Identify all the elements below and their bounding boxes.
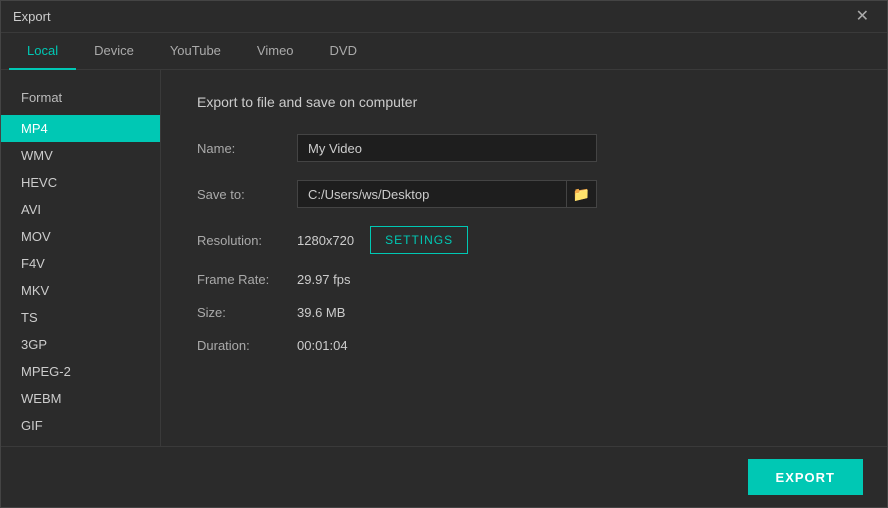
tab-vimeo[interactable]: Vimeo	[239, 33, 312, 70]
save-to-input[interactable]	[298, 182, 566, 207]
name-label: Name:	[197, 141, 297, 156]
format-item-gif[interactable]: GIF	[1, 412, 160, 439]
format-item-f4v[interactable]: F4V	[1, 250, 160, 277]
duration-value: 00:01:04	[297, 338, 348, 353]
tab-device[interactable]: Device	[76, 33, 152, 70]
folder-icon: 📁	[573, 186, 590, 203]
title-bar: Export ✕	[1, 1, 887, 33]
format-item-mpeg2[interactable]: MPEG-2	[1, 358, 160, 385]
size-row: Size: 39.6 MB	[197, 305, 851, 320]
tab-dvd[interactable]: DVD	[312, 33, 375, 70]
main-panel: Export to file and save on computer Name…	[161, 70, 887, 446]
section-title: Export to file and save on computer	[197, 94, 851, 110]
name-row: Name:	[197, 134, 851, 162]
format-item-hevc[interactable]: HEVC	[1, 169, 160, 196]
save-to-wrapper: 📁	[297, 180, 597, 208]
format-item-webm[interactable]: WEBM	[1, 385, 160, 412]
close-button[interactable]: ✕	[850, 7, 875, 27]
resolution-row: Resolution: 1280x720 SETTINGS	[197, 226, 851, 254]
size-label: Size:	[197, 305, 297, 320]
resolution-wrapper: 1280x720 SETTINGS	[297, 226, 468, 254]
format-item-mp3[interactable]: MP3	[1, 439, 160, 446]
frame-rate-label: Frame Rate:	[197, 272, 297, 287]
save-to-row: Save to: 📁	[197, 180, 851, 208]
tab-youtube[interactable]: YouTube	[152, 33, 239, 70]
resolution-value: 1280x720	[297, 233, 354, 248]
export-dialog: Export ✕ Local Device YouTube Vimeo DVD …	[0, 0, 888, 508]
resolution-label: Resolution:	[197, 233, 297, 248]
tabs-bar: Local Device YouTube Vimeo DVD	[1, 33, 887, 70]
size-value: 39.6 MB	[297, 305, 345, 320]
dialog-title: Export	[13, 9, 51, 24]
format-item-ts[interactable]: TS	[1, 304, 160, 331]
format-item-mp4[interactable]: MP4	[1, 115, 160, 142]
format-item-mkv[interactable]: MKV	[1, 277, 160, 304]
format-item-mov[interactable]: MOV	[1, 223, 160, 250]
footer: EXPORT	[1, 446, 887, 507]
browse-folder-button[interactable]: 📁	[566, 180, 596, 208]
format-item-wmv[interactable]: WMV	[1, 142, 160, 169]
format-title: Format	[1, 86, 160, 115]
duration-label: Duration:	[197, 338, 297, 353]
save-to-label: Save to:	[197, 187, 297, 202]
name-input[interactable]	[297, 134, 597, 162]
frame-rate-value: 29.97 fps	[297, 272, 351, 287]
tab-local[interactable]: Local	[9, 33, 76, 70]
settings-button[interactable]: SETTINGS	[370, 226, 468, 254]
format-item-avi[interactable]: AVI	[1, 196, 160, 223]
frame-rate-row: Frame Rate: 29.97 fps	[197, 272, 851, 287]
format-sidebar: Format MP4 WMV HEVC AVI MOV F4V MKV TS 3…	[1, 70, 161, 446]
export-button[interactable]: EXPORT	[748, 459, 863, 495]
duration-row: Duration: 00:01:04	[197, 338, 851, 353]
format-item-3gp[interactable]: 3GP	[1, 331, 160, 358]
content-area: Format MP4 WMV HEVC AVI MOV F4V MKV TS 3…	[1, 70, 887, 446]
